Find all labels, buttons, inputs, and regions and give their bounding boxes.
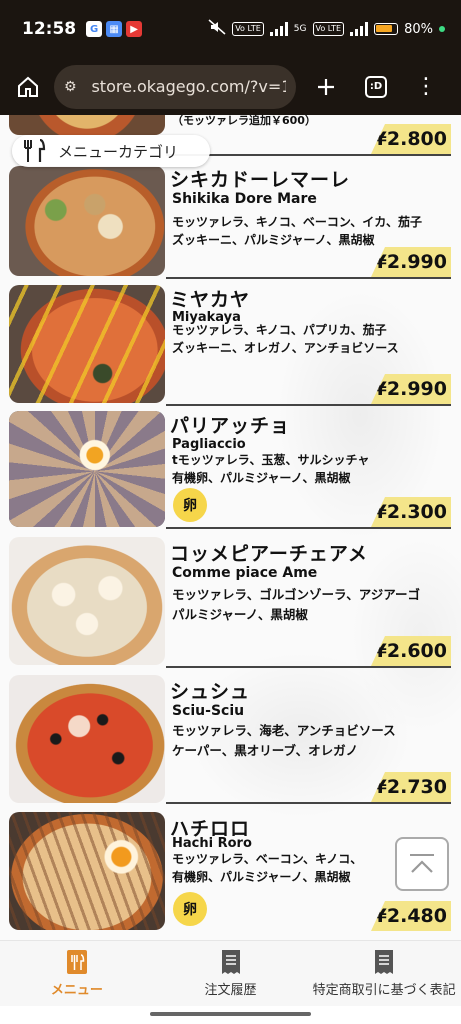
item-name-ja: パリアッチョ bbox=[170, 415, 291, 437]
nav-legal-notice-label: 特定商取引に基づく表記 bbox=[312, 983, 456, 998]
site-settings-icon[interactable]: ⚙ bbox=[64, 79, 83, 95]
menu-item[interactable]: コッメピアーチェアメ Comme piace Ame モッツァレラ、ゴルゴンゾー… bbox=[0, 535, 461, 675]
nav-order-history[interactable]: 注文履歴 bbox=[154, 941, 308, 1006]
divider bbox=[166, 666, 451, 668]
bottom-navigation: メニュー 注文履歴 特定商取引に基づく表記 bbox=[0, 940, 461, 1006]
item-desc: モッツァレラ、キノコ、ベーコン、イカ、茄子 ズッキーニ、パルミジャーノ、黒胡椒 bbox=[172, 215, 422, 247]
divider bbox=[166, 527, 451, 529]
signal-icon bbox=[269, 22, 288, 36]
nav-legal-notice[interactable]: 特定商取引に基づく表記 bbox=[307, 941, 461, 1006]
battery-icon bbox=[374, 23, 399, 35]
kebab-icon: ⋮ bbox=[415, 73, 437, 99]
pizza-image bbox=[9, 675, 165, 803]
menu-book-icon bbox=[66, 949, 88, 975]
item-price: ¥2.990 bbox=[371, 247, 451, 277]
item-desc: モッツァレラ、ベーコン、キノコ、 有機卵、パルミジャーノ、黒胡椒 bbox=[172, 852, 363, 884]
item-price: ¥2.730 bbox=[371, 772, 451, 802]
item-desc: tモッツァレラ、玉葱、サルシッチャ 有機卵、パルミジャーノ、黒胡椒 bbox=[172, 453, 370, 485]
item-name-en: Hachi Roro bbox=[172, 836, 252, 851]
nav-menu-label: メニュー bbox=[50, 983, 103, 998]
divider bbox=[166, 404, 451, 406]
item-price: ¥2.800 bbox=[371, 124, 451, 154]
item-name-en: Sciu-Sciu bbox=[172, 703, 245, 719]
item-desc: モッツァレラ、海老、アンチョビソース ケーパー、黒オリーブ、オレガノ bbox=[172, 723, 396, 758]
status-right: Vo LTE 5G Vo LTE 80% bbox=[208, 19, 445, 39]
menu-item[interactable]: パリアッチョ Pagliaccio tモッツァレラ、玉葱、サルシッチャ 有機卵、… bbox=[0, 407, 461, 533]
item-name-en: Shikika Dore Mare bbox=[172, 191, 317, 207]
status-bar: 12:58 G ▦ ▶ Vo LTE 5G Vo LTE 80% bbox=[0, 0, 461, 58]
item-desc: （モッツァレラ追加￥600） bbox=[172, 115, 316, 127]
menu-content: （モッツァレラ追加￥600） ¥2.800 シキカドーレマーレ Shikika … bbox=[0, 115, 461, 940]
tabs-icon: :D bbox=[365, 75, 387, 98]
more-menu-button[interactable]: ⋮ bbox=[406, 67, 446, 107]
item-name-en: Comme piace Ame bbox=[172, 565, 318, 581]
docs-icon: ▦ bbox=[106, 21, 123, 37]
gesture-bar[interactable] bbox=[150, 1012, 311, 1016]
new-tab-button[interactable] bbox=[306, 67, 346, 107]
item-name-ja: コッメピアーチェアメ bbox=[170, 543, 368, 565]
pizza-image bbox=[9, 411, 165, 527]
item-desc: モッツァレラ、ゴルゴンゾーラ、アジアーゴ パルミジャーノ、黒胡椒 bbox=[172, 587, 421, 622]
egg-badge: 卵 bbox=[173, 488, 207, 522]
volte-icon: Vo LTE bbox=[232, 22, 264, 36]
item-name-ja: シュシュ bbox=[170, 681, 251, 703]
item-name-ja: ミヤカヤ bbox=[170, 289, 251, 311]
menu-category-button[interactable]: メニューカテゴリ bbox=[12, 135, 210, 167]
item-name-ja: シキカドーレマーレ bbox=[170, 169, 351, 191]
signal-icon-2 bbox=[350, 22, 369, 36]
pizza-image bbox=[9, 115, 165, 135]
divider bbox=[166, 277, 451, 279]
pizza-image bbox=[9, 812, 165, 930]
menu-item[interactable]: シキカドーレマーレ Shikika Dore Mare モッツァレラ、キノコ、ベ… bbox=[0, 161, 461, 279]
status-time: 12:58 bbox=[22, 19, 77, 39]
pizza-image bbox=[9, 166, 165, 276]
item-price: ¥2.990 bbox=[371, 374, 451, 404]
notification-icons: G ▦ ▶ bbox=[86, 21, 143, 37]
nav-order-history-label: 注文履歴 bbox=[204, 983, 257, 998]
google-icon: G bbox=[86, 21, 103, 37]
divider bbox=[166, 802, 451, 804]
youtube-icon: ▶ bbox=[126, 21, 143, 37]
item-name-en: Pagliaccio bbox=[172, 437, 246, 452]
privacy-dot-icon bbox=[439, 26, 445, 32]
item-desc: モッツァレラ、キノコ、パプリカ、茄子 ズッキーニ、オレガノ、アンチョビソース bbox=[172, 323, 399, 355]
tab-switcher-button[interactable]: :D bbox=[356, 67, 396, 107]
url-text: store.okagego.com/?v=1 bbox=[91, 77, 286, 96]
menu-item[interactable]: シュシュ Sciu-Sciu モッツァレラ、海老、アンチョビソース ケーパー、黒… bbox=[0, 673, 461, 813]
item-price: ¥2.300 bbox=[371, 497, 451, 527]
mute-icon bbox=[208, 19, 226, 39]
nav-menu[interactable]: メニュー bbox=[0, 941, 154, 1006]
address-bar[interactable]: ⚙ store.okagego.com/?v=1 bbox=[54, 64, 296, 109]
plus-icon bbox=[318, 78, 334, 95]
pizza-image bbox=[9, 285, 165, 403]
item-price: ¥2.600 bbox=[371, 636, 451, 666]
arrow-up-icon bbox=[410, 854, 434, 873]
document-icon bbox=[374, 949, 394, 975]
receipt-icon bbox=[221, 949, 241, 975]
browser-toolbar: ⚙ store.okagego.com/?v=1 :D ⋮ bbox=[0, 58, 461, 115]
menu-item[interactable]: ミヤカヤ Miyakaya モッツァレラ、キノコ、パプリカ、茄子 ズッキーニ、オ… bbox=[0, 283, 461, 409]
menu-category-label: メニューカテゴリ bbox=[58, 142, 179, 161]
home-icon bbox=[18, 76, 38, 97]
home-button[interactable] bbox=[10, 69, 46, 105]
egg-badge: 卵 bbox=[173, 892, 207, 926]
scroll-top-button[interactable] bbox=[395, 837, 449, 891]
volte-icon-2: Vo LTE bbox=[312, 22, 345, 36]
battery-level: 80% bbox=[404, 21, 433, 37]
network-type: 5G bbox=[293, 24, 307, 34]
item-price: ¥2.480 bbox=[371, 901, 451, 931]
fork-knife-icon bbox=[22, 139, 50, 163]
pizza-image bbox=[9, 537, 165, 665]
menu-item[interactable]: ハチロロ Hachi Roro モッツァレラ、ベーコン、キノコ、 有機卵、パルミ… bbox=[0, 810, 461, 940]
